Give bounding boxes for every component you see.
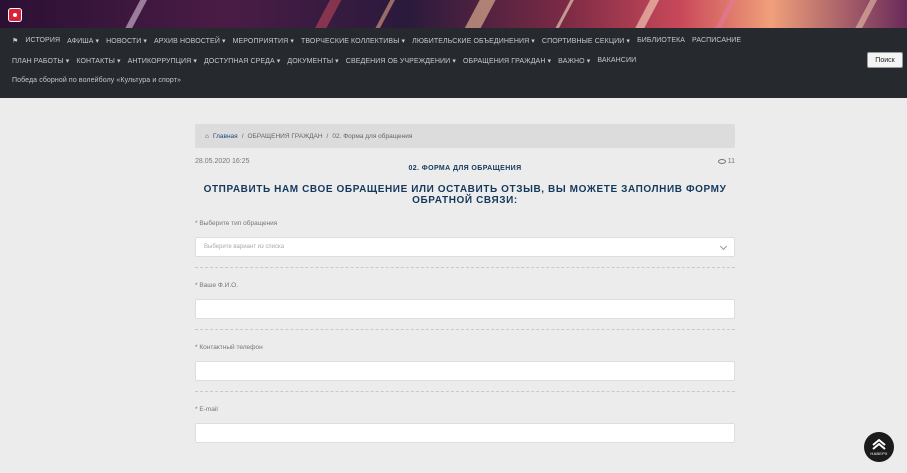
nav-item[interactable]: НОВОСТИ ▾ [106, 37, 147, 45]
nav-item[interactable]: РАСПИСАНИЕ [692, 37, 741, 45]
nav-row-1: ⚑ ИСТОРИЯ АФИША ▾ НОВОСТИ ▾ АРХИВ НОВОСТ… [12, 37, 741, 45]
main-content: ⌂ Главная / ОБРАЩЕНИЯ ГРАЖДАН / 02. Форм… [195, 124, 735, 443]
nav-item[interactable]: ДОСТУПНАЯ СРЕДА ▾ [204, 57, 280, 65]
type-label-text: Выберите тип обращения [199, 220, 278, 227]
required-mark: * [195, 406, 198, 413]
nav-row-3: Победа сборной по волейболу «Культура и … [12, 77, 181, 84]
divider [195, 391, 735, 392]
nav-item[interactable]: ВАЖНО ▾ [558, 57, 590, 65]
email-input[interactable] [195, 423, 735, 443]
email-label: * E-mail [195, 406, 735, 413]
home-icon[interactable]: ⚑ [12, 37, 18, 45]
main-navigation: ⚑ ИСТОРИЯ АФИША ▾ НОВОСТИ ▾ АРХИВ НОВОСТ… [0, 28, 907, 98]
article-subtitle: 02. ФОРМА ДЛЯ ОБРАЩЕНИЯ [408, 165, 522, 172]
breadcrumb-separator: / [326, 132, 329, 140]
view-count: 11 [717, 158, 735, 165]
nav-row-2: ПЛАН РАБОТЫ ▾ КОНТАКТЫ ▾ АНТИКОРРУПЦИЯ ▾… [12, 57, 636, 65]
nav-item[interactable]: БИБЛИОТЕКА [637, 37, 685, 45]
required-mark: * [195, 282, 198, 289]
type-label: * Выберите тип обращения [195, 220, 735, 227]
nav-item[interactable]: АФИША ▾ [67, 37, 99, 45]
nav-item[interactable]: ИСТОРИЯ [25, 37, 60, 45]
nav-item[interactable]: ДОКУМЕНТЫ ▾ [287, 57, 338, 65]
divider [195, 329, 735, 330]
nav-item[interactable]: ПЛАН РАБОТЫ ▾ [12, 57, 69, 65]
scroll-top-label: НАВЕРХ [870, 451, 888, 456]
nav-item[interactable]: ВАКАНСИИ [597, 57, 636, 65]
view-count-value: 11 [727, 158, 735, 165]
search-button[interactable]: Поиск [867, 52, 903, 68]
article-meta: 28.05.2020 16:25 02. ФОРМА ДЛЯ ОБРАЩЕНИЯ… [195, 158, 735, 174]
breadcrumb-current: 02. Форма для обращения [332, 132, 413, 140]
appeal-type-select[interactable]: Выберите вариант из списка [195, 237, 735, 257]
chevron-down-icon [719, 242, 728, 251]
breadcrumb-home-icon[interactable]: ⌂ [205, 133, 209, 140]
appeal-type-placeholder: Выберите вариант из списка [204, 244, 285, 250]
nav-item[interactable]: КОНТАКТЫ ▾ [76, 57, 120, 65]
name-label-text: Ваше Ф.И.О. [199, 282, 239, 289]
phone-label: * Контактный телефон [195, 344, 735, 351]
nav-item[interactable]: АНТИКОРРУПЦИЯ ▾ [128, 57, 197, 65]
required-mark: * [195, 344, 198, 351]
name-label: * Ваше Ф.И.О. [195, 282, 735, 289]
nav-item[interactable]: ОБРАЩЕНИЯ ГРАЖДАН ▾ [463, 57, 551, 65]
phone-input[interactable] [195, 361, 735, 381]
nav-item[interactable]: АРХИВ НОВОСТЕЙ ▾ [154, 37, 226, 45]
publish-date: 28.05.2020 16:25 [195, 158, 250, 165]
nav-item[interactable]: ЛЮБИТЕЛЬСКИЕ ОБЪЕДИНЕНИЯ ▾ [412, 37, 535, 45]
email-label-text: E-mail [199, 406, 218, 413]
breadcrumb-separator: / [241, 132, 244, 140]
phone-label-text: Контактный телефон [199, 344, 263, 351]
nav-item[interactable]: СВЕДЕНИЯ ОБ УЧРЕЖДЕНИИ ▾ [346, 57, 456, 65]
divider [195, 267, 735, 268]
scroll-top-button[interactable]: НАВЕРХ [864, 432, 894, 462]
nav-item[interactable]: ТВОРЧЕСКИЕ КОЛЛЕКТИВЫ ▾ [301, 37, 405, 45]
news-ticker-link[interactable]: Победа сборной по волейболу «Культура и … [12, 77, 181, 84]
breadcrumb-home[interactable]: Главная [213, 133, 238, 140]
required-mark: * [195, 220, 198, 227]
chevron-up-icon [872, 438, 886, 450]
eye-icon [717, 158, 726, 164]
page-title: ОТПРАВИТЬ НАМ СВОЕ ОБРАЩЕНИЕ ИЛИ ОСТАВИТ… [203, 184, 727, 206]
site-logo-icon[interactable] [8, 8, 22, 22]
nav-item[interactable]: МЕРОПРИЯТИЯ ▾ [233, 37, 294, 45]
breadcrumb-section[interactable]: ОБРАЩЕНИЯ ГРАЖДАН [248, 133, 323, 140]
breadcrumb: ⌂ Главная / ОБРАЩЕНИЯ ГРАЖДАН / 02. Форм… [195, 124, 735, 148]
nav-item[interactable]: СПОРТИВНЫЕ СЕКЦИИ ▾ [542, 37, 630, 45]
full-name-input[interactable] [195, 299, 735, 319]
header-banner [0, 0, 907, 28]
